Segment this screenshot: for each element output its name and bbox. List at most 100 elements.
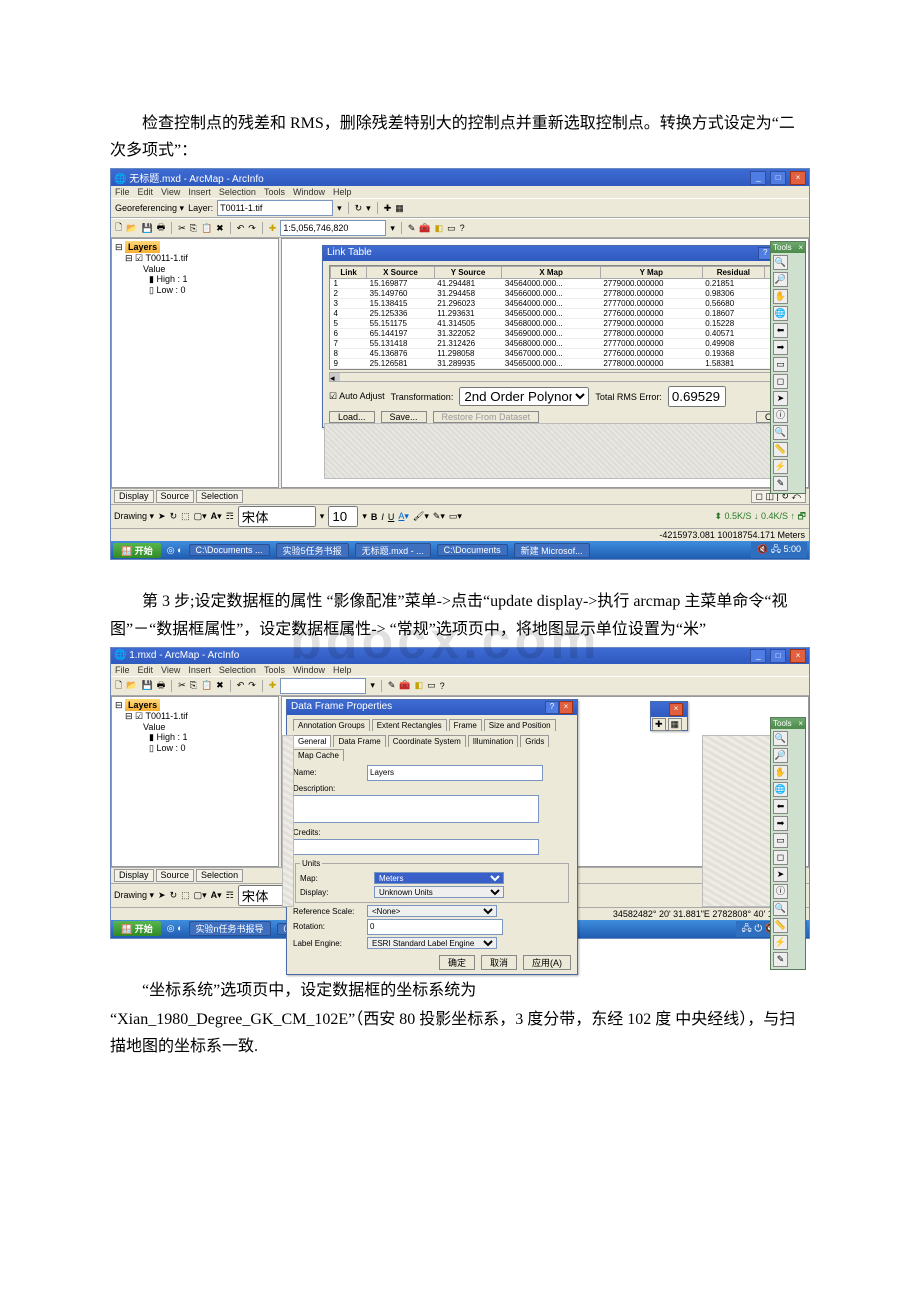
taskbar-item[interactable]: 新建 Microsof...	[514, 543, 590, 558]
map-canvas[interactable]: Data Frame Properties ?× Annotation Grou…	[281, 696, 809, 867]
close-button[interactable]: ×	[790, 171, 806, 185]
minimize-button[interactable]: _	[750, 171, 766, 185]
standard-toolbar[interactable]: 🗋 📂 💾 🖶 ✂ ⎘ 📋 ✖ ↶ ↷ ✚ ▾ ✎ 🧰 ◧ ▭	[111, 218, 809, 238]
description-field[interactable]	[293, 795, 539, 823]
catalog-icon[interactable]: ◧	[435, 223, 444, 234]
maximize-button[interactable]: □	[770, 171, 786, 185]
apply-button[interactable]: 应用(A)	[523, 955, 571, 970]
table-row[interactable]: 555.15117541.31450534568000.000...277900…	[331, 319, 786, 329]
layer-field[interactable]	[217, 200, 333, 216]
palette-close-icon[interactable]: ×	[798, 243, 803, 252]
start-button[interactable]: 🪟 开始	[113, 921, 161, 936]
identify-icon[interactable]: ⓘ	[773, 408, 788, 423]
toc-tabs[interactable]: DisplaySourceSelection ◻ ◫ | ↻ ⤺	[111, 488, 809, 504]
tools-palette[interactable]: Tools× 🔍🔎✋🌐 ⬅➡▭◻ ➤ⓘ🔍📏 ⚡✎	[770, 717, 806, 970]
cut-icon[interactable]: ✂	[178, 223, 186, 234]
select-element-icon[interactable]: ➤	[158, 511, 166, 522]
paste-icon[interactable]: 📋	[201, 223, 212, 234]
help-icon[interactable]: ?	[460, 223, 465, 233]
rotate-icon[interactable]: ↻	[355, 203, 363, 214]
display-units-dropdown[interactable]: Unknown Units	[374, 886, 504, 898]
toc-panel[interactable]: ⊟ Layers ⊟ ☑ T0011-1.tif Value ▮ High : …	[111, 238, 279, 488]
find-icon[interactable]: 🔍	[773, 425, 788, 440]
taskbar-item[interactable]: 实验5任务书报	[276, 543, 349, 558]
standard-toolbar[interactable]: 🗋📂💾🖶 ✂⎘📋✖ ↶↷✚ ▾ ✎🧰◧▭?	[111, 676, 809, 696]
dialog-tabs-2[interactable]: GeneralData FrameCoordinate SystemIllumi…	[293, 735, 571, 761]
table-row[interactable]: 845.13687611.29805834567000.000...277600…	[331, 349, 786, 359]
close-button[interactable]: ×	[790, 649, 806, 663]
map-units-dropdown[interactable]: Meters	[374, 872, 504, 884]
map-canvas[interactable]: Link Table ? × LinkX SourceY SourceX Map…	[281, 238, 809, 488]
next-extent-icon[interactable]: ➡	[773, 340, 788, 355]
print-icon[interactable]: 🖶	[157, 220, 166, 236]
editor-icon[interactable]: ✎	[408, 223, 416, 234]
cmd-icon[interactable]: ▭	[447, 223, 456, 234]
credits-field[interactable]	[293, 839, 539, 855]
open-icon[interactable]: 📂	[126, 223, 137, 234]
save-icon[interactable]: 💾	[141, 223, 152, 234]
clear-sel-icon[interactable]: ◻	[773, 374, 788, 389]
ok-button[interactable]: 确定	[439, 955, 475, 970]
toolbox-icon[interactable]: 🧰	[419, 223, 430, 234]
prev-extent-icon[interactable]: ⬅	[773, 323, 788, 338]
drawing-toolbar[interactable]: Drawing ▾ ➤↻⬚ ▢▾A▾☶ ▾ ▾ BIU A▾🖌▾✎▾▭▾ ⬍ 0…	[111, 504, 809, 528]
scale-field[interactable]	[280, 220, 386, 236]
link-table[interactable]: LinkX SourceY SourceX MapY MapResidual✖ …	[330, 266, 786, 369]
georef-dropdown[interactable]: Georeferencing ▾	[115, 203, 184, 214]
start-button[interactable]: 🪟 开始	[113, 543, 161, 558]
taskbar-item[interactable]: C:\Documents	[437, 544, 508, 556]
table-row[interactable]: 315.13841521.29602334564000.000...277700…	[331, 299, 786, 309]
pan-icon[interactable]: ✋	[773, 289, 788, 304]
minimize-button[interactable]: _	[750, 649, 766, 663]
georef-float-toolbar[interactable]: × ✚▦	[650, 701, 688, 731]
taskbar-item[interactable]: C:\Documents ...	[189, 544, 270, 556]
cancel-button[interactable]: 取消	[481, 955, 517, 970]
save-button[interactable]: Save...	[381, 411, 427, 423]
table-row[interactable]: 925.12658131.28993534565000.000...277800…	[331, 359, 786, 369]
georef-toolbar[interactable]: Georeferencing ▾ Layer: ▾ ↻▾ ✚▦	[111, 198, 809, 218]
copy-icon[interactable]: ⎘	[190, 223, 197, 234]
menubar[interactable]: FileEditViewInsertSelectionToolsWindowHe…	[111, 664, 809, 676]
hyperlink-icon[interactable]: ⚡	[773, 459, 788, 474]
toc-panel[interactable]: ⊟ Layers ⊟ ☑ T0011-1.tif Value ▮ High : …	[111, 696, 279, 867]
link-icon[interactable]: ✚	[384, 203, 392, 214]
auto-adjust-checkbox[interactable]: ☑ Auto Adjust	[329, 391, 385, 402]
zoom-out-icon[interactable]: 🔎	[773, 272, 788, 287]
menubar[interactable]: FileEditViewInsertSelectionToolsWindowHe…	[111, 186, 809, 198]
table-icon[interactable]: ▦	[395, 203, 404, 214]
taskbar-item[interactable]: 无标题.mxd - ...	[355, 543, 431, 558]
dialog-tabs[interactable]: Annotation GroupsExtent RectanglesFrameS…	[293, 719, 571, 731]
table-row[interactable]: 235.14976031.29445834566000.000...277800…	[331, 289, 786, 299]
dialog-close-button[interactable]: ×	[559, 701, 573, 714]
taskbar-item[interactable]: 实验n任务书报导	[189, 921, 271, 936]
measure-icon[interactable]: 📏	[773, 442, 788, 457]
font-field[interactable]	[238, 506, 316, 527]
toc-layer[interactable]: T0011-1.tif	[145, 253, 187, 263]
dialog-help-button[interactable]: ?	[545, 701, 559, 714]
tools-palette[interactable]: Tools× 🔍🔎 ✋🌐 ⬅➡ ▭◻ ➤ⓘ 🔍📏 ⚡✎	[770, 241, 806, 494]
name-field[interactable]	[367, 765, 543, 781]
label-engine-dropdown[interactable]: ESRI Standard Label Engine	[367, 937, 497, 949]
xy-icon[interactable]: ✎	[773, 476, 788, 491]
scale-field[interactable]	[280, 678, 366, 694]
system-tray[interactable]: 🔇 🖧 5:00	[751, 542, 807, 558]
delete-icon[interactable]: ✖	[216, 223, 224, 234]
full-extent-icon[interactable]: 🌐	[773, 306, 788, 321]
pointer-icon[interactable]: ➤	[773, 391, 788, 406]
refscale-dropdown[interactable]: <None>	[367, 905, 497, 917]
text-tool[interactable]: A▾	[211, 511, 222, 522]
redo-icon[interactable]: ↷	[248, 223, 256, 234]
font-size-field[interactable]	[328, 506, 358, 527]
table-row[interactable]: 755.13141821.31242634568000.000...277700…	[331, 339, 786, 349]
add-data-icon[interactable]: ✚	[269, 223, 277, 234]
load-button[interactable]: Load...	[329, 411, 375, 423]
select-icon[interactable]: ▭	[773, 357, 788, 372]
table-row[interactable]: 665.14419731.32205234569000.000...277800…	[331, 329, 786, 339]
undo-icon[interactable]: ↶	[237, 223, 245, 234]
table-row[interactable]: 115.16987741.29448134564000.000...277900…	[331, 279, 786, 289]
taskbar[interactable]: 🪟 开始 ◎ ◐ C:\Documents ... 实验5任务书报 无标题.mx…	[111, 541, 809, 559]
transformation-dropdown[interactable]: 2nd Order Polynomial	[459, 387, 589, 406]
zoom-in-icon[interactable]: 🔍	[773, 255, 788, 270]
rotation-field[interactable]	[367, 919, 503, 935]
table-row[interactable]: 425.12533611.29363134565000.000...277600…	[331, 309, 786, 319]
